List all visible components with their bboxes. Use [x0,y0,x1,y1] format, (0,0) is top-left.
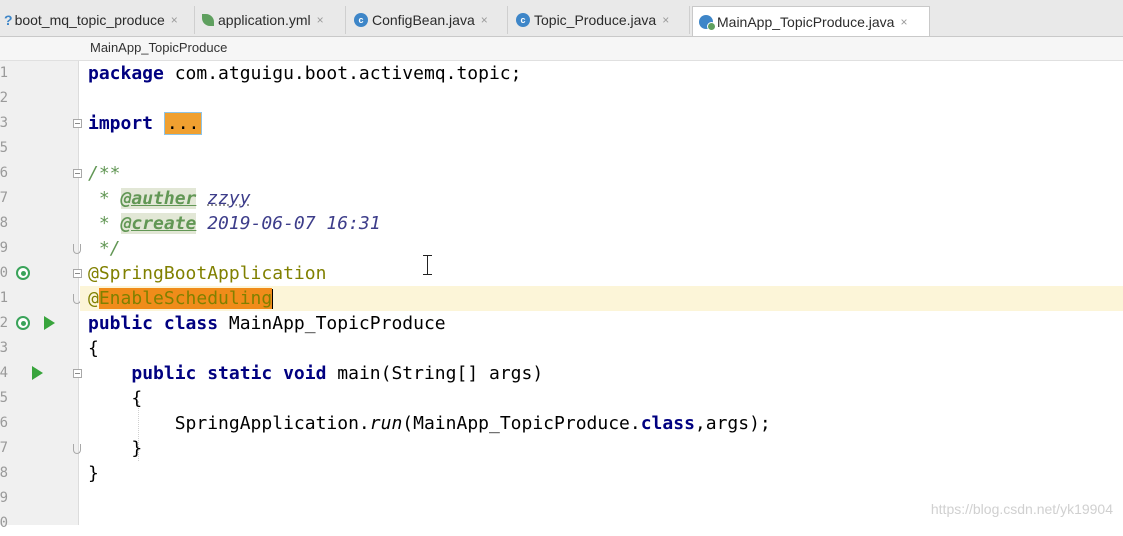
code-line-brace: } [80,461,1123,486]
package-name: com.atguigu.boot.activemq.topic; [163,63,522,84]
line-number: 6 [0,415,8,431]
code-line-doc-close: */ [80,236,1123,261]
doc-tag: @auther [120,188,197,209]
line-number: 5 [0,140,8,156]
breadcrumb-bar: MainApp_TopicProduce [0,37,1123,61]
module-icon: ? [4,12,13,28]
spring-app-class-icon [699,15,716,31]
code-line-run: SpringApplication.run(MainApp_TopicProdu… [80,411,1123,436]
class-icon: c [354,13,368,27]
doc-tag: @create [120,213,197,234]
line-number: 4 [0,365,8,381]
line-number: 0 [0,265,8,281]
text-cursor [272,289,274,309]
code-line-doc-open: /** [80,161,1123,186]
run-icon[interactable] [32,366,43,380]
editor-gutter[interactable]: 1 2 3 5 6 7 8 9 0 1 2 3 4 5 6 7 8 9 0 [0,61,82,531]
brace: } [131,438,143,459]
code-line-brace: { [80,336,1123,361]
annotation-at: @ [88,288,99,309]
run-args: (MainApp_TopicProduce. [402,413,641,434]
tab-application-yml[interactable]: application.yml × [196,6,346,34]
code-line-main: public static void main(String[] args) [80,361,1123,386]
tab-topic-produce-java[interactable]: c Topic_Produce.java × [510,6,690,34]
close-icon[interactable]: × [900,15,907,29]
class-name: MainApp_TopicProduce [218,313,446,334]
code-line-brace: } [80,436,1123,461]
close-icon[interactable]: × [481,13,488,27]
yaml-leaf-icon [202,14,214,26]
run-args: ,args); [694,413,771,434]
mouse-ibeam-cursor-icon [423,255,432,275]
tab-label: boot_mq_topic_produce [14,12,165,28]
method-signature: main(String[] args) [326,363,544,384]
tab-label: MainApp_TopicProduce.java [717,14,895,30]
line-number: 9 [0,240,8,256]
keyword: class [640,413,695,434]
code-line-doc-auther: * @auther zzyy [80,186,1123,211]
line-number: 7 [0,190,8,206]
code-line-annotation-springboot: @SpringBootApplication [80,261,1123,286]
close-icon[interactable]: × [317,13,324,27]
keyword: public static void [131,363,327,384]
tab-configbean-java[interactable]: c ConfigBean.java × [348,6,508,34]
spring-bean-icon[interactable] [16,316,30,330]
breadcrumb[interactable]: MainApp_TopicProduce [90,40,227,55]
line-number: 3 [0,115,8,131]
keyword: package [88,63,164,84]
tab-label: application.yml [218,12,311,28]
class-icon: c [516,13,530,27]
line-number: 6 [0,165,8,181]
code-line-class-decl: public class MainApp_TopicProduce [80,311,1123,336]
tab-label: Topic_Produce.java [534,12,657,28]
folded-imports[interactable]: ... [163,112,203,135]
tab-label: ConfigBean.java [372,12,475,28]
code-line-annotation-scheduling: @EnableScheduling [80,286,1123,311]
doc-comment: */ [88,238,121,259]
keyword: import [88,113,154,134]
line-number: 1 [0,65,8,81]
code-line-import: import ... [80,111,1123,136]
keyword: public class [88,313,219,334]
run-prefix: SpringApplication. [174,413,370,434]
doc-comment: /** [88,163,121,184]
line-number: 7 [0,440,8,456]
close-icon[interactable]: × [662,13,669,27]
code-line-doc-create: * @create 2019-06-07 16:31 [80,211,1123,236]
close-icon[interactable]: × [171,13,178,27]
code-editor[interactable]: package com.atguigu.boot.activemq.topic;… [80,61,1123,525]
doc-value: zzyy [207,188,251,209]
editor-tab-bar: ? boot_mq_topic_produce × application.ym… [0,0,1123,37]
line-number: 0 [0,515,8,531]
annotation-highlighted: EnableScheduling [98,288,273,309]
line-number: 3 [0,340,8,356]
spring-bean-icon[interactable] [16,266,30,280]
brace: { [88,338,99,359]
line-number: 8 [0,215,8,231]
code-line-brace: { [80,386,1123,411]
brace: } [88,463,99,484]
doc-star: * [88,188,121,209]
tab-mainapp-topicproduce-java[interactable]: MainApp_TopicProduce.java × [692,6,930,36]
brace: { [131,388,143,409]
code-line-package: package com.atguigu.boot.activemq.topic; [80,61,1123,86]
line-number: 9 [0,490,8,506]
run-icon[interactable] [44,316,55,330]
line-number: 8 [0,465,8,481]
run-method: run [369,413,403,434]
line-number: 5 [0,390,8,406]
line-number: 1 [0,290,8,306]
line-number: 2 [0,90,8,106]
doc-value: 2019-06-07 16:31 [196,213,381,234]
watermark: https://blog.csdn.net/yk19904 [930,501,1113,517]
tab-boot-mq-topic-produce[interactable]: ? boot_mq_topic_produce × [0,6,195,34]
line-number: 2 [0,315,8,331]
annotation: @SpringBootApplication [88,263,327,284]
doc-star: * [88,213,121,234]
